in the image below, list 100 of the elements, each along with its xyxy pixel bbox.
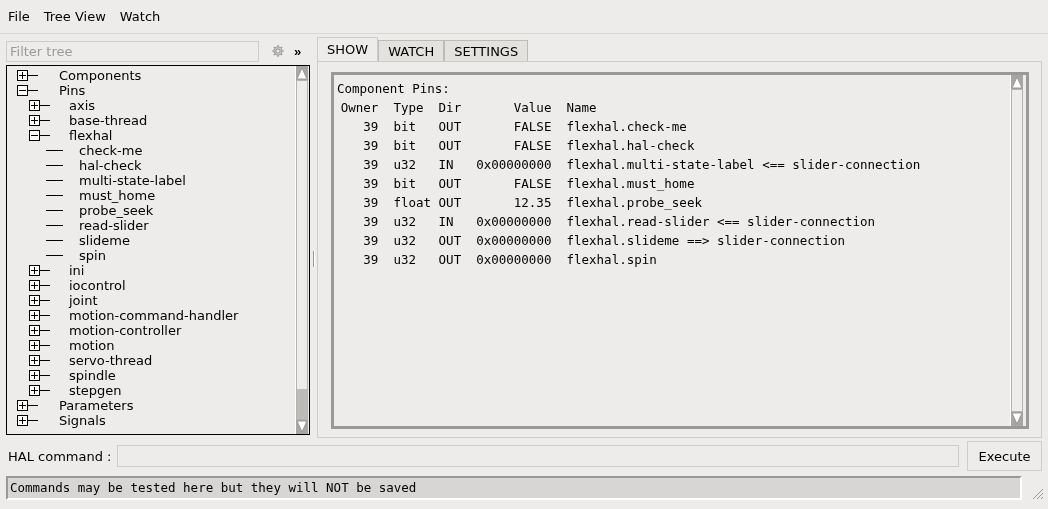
tree-item[interactable]: hal-check [79, 158, 142, 173]
output-cell-text: 39 [362, 118, 379, 136]
scroll-up-icon[interactable] [296, 66, 308, 80]
output-cell-text: 39 [362, 194, 379, 212]
output-heading: Component Pins: [337, 80, 451, 98]
output-cell-text: 0x00000000 [476, 156, 552, 174]
tree-item[interactable]: multi-state-label [79, 173, 186, 188]
scroll-down-icon[interactable] [1011, 412, 1023, 426]
menu-item[interactable]: Watch [119, 9, 161, 24]
tree-item[interactable]: axis [69, 98, 96, 113]
output-cell-text: u32 [393, 232, 417, 250]
status-bar: Commands may be tested here but they will NOT be saved [6, 476, 1022, 500]
splitter-handle[interactable] [312, 250, 315, 267]
output-cell-text: FALSE [512, 175, 552, 193]
tree-item[interactable]: Components [59, 68, 142, 83]
column-header: Type [393, 99, 425, 117]
expand-icon[interactable] [29, 325, 51, 336]
output-cell-text: OUT [438, 251, 462, 269]
output-cell-text: OUT [438, 118, 462, 136]
tree-item[interactable]: motion-command-handler [69, 308, 239, 323]
collapse-icon[interactable] [29, 130, 51, 141]
output-cell-text: OUT [438, 232, 462, 250]
tree-item[interactable]: flexhal [69, 128, 113, 143]
tree-item[interactable]: spindle [69, 368, 116, 383]
scroll-up-icon[interactable] [1011, 75, 1023, 89]
expand-icon[interactable] [29, 115, 51, 126]
output-cell-text: flexhal.multi-state-label <== slider-connection [566, 156, 921, 174]
output-cell-text: flexhal.spin [566, 251, 657, 269]
output-cell-text: FALSE [512, 137, 552, 155]
output-cell-text: flexhal.hal-check [566, 137, 695, 155]
output-cell-text: 12.35 [512, 194, 552, 212]
expand-button[interactable]: » [290, 43, 306, 59]
expand-icon[interactable] [29, 340, 51, 351]
output-cell-text: FALSE [512, 118, 552, 136]
tree-item[interactable]: motion-controller [69, 323, 182, 338]
tree-item[interactable]: base-thread [69, 113, 148, 128]
menu-item[interactable]: Tree View [43, 9, 106, 24]
output-cell-text: OUT [438, 194, 462, 212]
tab[interactable]: SHOW [317, 37, 379, 61]
scroll-thumb[interactable] [297, 389, 307, 419]
command-label: HAL command : [8, 448, 112, 464]
tree-item[interactable]: iocontrol [69, 278, 126, 293]
tree-item[interactable]: Signals [59, 413, 106, 428]
output-cell-text: 39 [362, 213, 379, 231]
output-cell-text: 39 [362, 175, 379, 193]
scrollbar[interactable] [1010, 75, 1023, 426]
expand-icon[interactable] [29, 370, 51, 381]
execute-button[interactable]: Execute [967, 441, 1042, 471]
tree-item[interactable]: spin [79, 248, 106, 263]
output-cell-text: 39 [362, 156, 379, 174]
output-cell-text: OUT [438, 137, 462, 155]
expand-icon[interactable] [17, 415, 39, 426]
tree-item[interactable]: joint [69, 293, 98, 308]
scroll-down-icon[interactable] [296, 420, 308, 434]
tree-item[interactable]: read-slider [79, 218, 149, 233]
expand-icon[interactable] [29, 280, 51, 291]
expand-icon[interactable] [29, 295, 51, 306]
tree-item[interactable]: ini [69, 263, 85, 278]
expand-icon[interactable] [17, 400, 39, 411]
output-cell-text: flexhal.must_home [566, 175, 695, 193]
output-cell-text: 39 [362, 137, 379, 155]
output-cell-text: 0x00000000 [476, 213, 552, 231]
output-cell-text: OUT [438, 175, 462, 193]
command-field[interactable] [117, 445, 960, 467]
output-cell-text: 39 [362, 232, 379, 250]
output-cell-text: u32 [393, 251, 417, 269]
output-cell-text: IN [438, 156, 455, 174]
scrollbar[interactable] [295, 66, 308, 434]
output-cell-text: bit [393, 137, 417, 155]
column-header: Owner [339, 99, 379, 117]
collapse-icon[interactable] [17, 85, 39, 96]
output-cell-text: flexhal.check-me [566, 118, 687, 136]
expand-icon[interactable] [29, 355, 51, 366]
output-cell-text: u32 [393, 156, 417, 174]
tree-item[interactable]: check-me [79, 143, 143, 158]
tree-item[interactable]: stepgen [69, 383, 122, 398]
output-cell-text: 0x00000000 [476, 251, 552, 269]
filter-field[interactable]: Filter tree [6, 40, 259, 62]
output-cell-text: bit [393, 118, 417, 136]
resize-grip-icon[interactable] [1030, 486, 1044, 500]
tree-item[interactable]: probe_seek [79, 203, 154, 218]
output-cell-text: flexhal.read-slider <== slider-connection [566, 213, 876, 231]
tree-item[interactable]: slideme [79, 233, 130, 248]
tree-item[interactable]: must_home [79, 188, 156, 203]
menu-item[interactable]: File [8, 9, 30, 24]
column-header: Name [566, 99, 597, 117]
output-cell-text: u32 [393, 213, 417, 231]
tab[interactable]: SETTINGS [444, 40, 529, 61]
expand-icon[interactable] [29, 100, 51, 111]
output-cell-text: 39 [362, 251, 379, 269]
expand-icon[interactable] [29, 265, 51, 276]
tree-item[interactable]: motion [69, 338, 115, 353]
tab[interactable]: WATCH [378, 40, 445, 61]
column-header: Dir [438, 99, 462, 117]
expand-icon[interactable] [17, 70, 39, 81]
expand-icon[interactable] [29, 385, 51, 396]
tree-item[interactable]: servo-thread [69, 353, 153, 368]
tree-item[interactable]: Pins [59, 83, 86, 98]
tree-item[interactable]: Parameters [59, 398, 134, 413]
expand-icon[interactable] [29, 310, 51, 321]
